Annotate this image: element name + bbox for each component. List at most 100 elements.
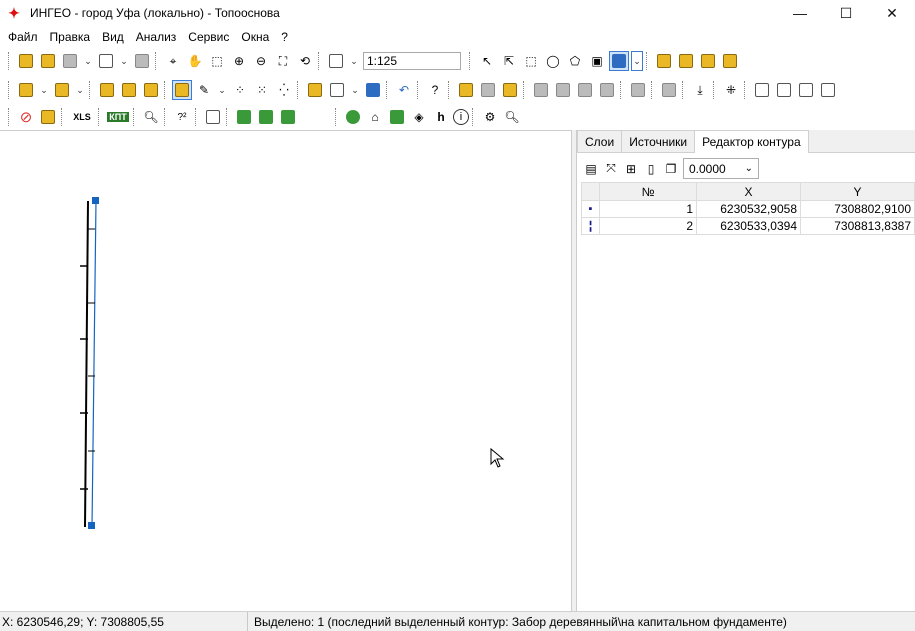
delete-object-button[interactable] xyxy=(141,80,161,100)
scale-tool-dropdown[interactable]: ⌄ xyxy=(348,51,360,71)
table-dropdown[interactable]: ⌄ xyxy=(349,80,361,100)
tab-contour-editor[interactable]: Редактор контура xyxy=(694,130,809,153)
tab-layers[interactable]: Слои xyxy=(577,130,623,152)
coords-tool-button[interactable]: ⌖ xyxy=(163,51,183,71)
network-button[interactable]: ⚙ xyxy=(480,107,500,127)
row-y[interactable]: 7308802,9100 xyxy=(800,200,915,218)
pan-button[interactable]: ✋ xyxy=(185,51,205,71)
vertex-handle-2[interactable] xyxy=(88,522,95,529)
node-tool-3-button[interactable] xyxy=(698,51,718,71)
table-row[interactable]: ╏ 2 6230533,0394 7308813,8387 xyxy=(581,217,915,235)
table-button[interactable] xyxy=(327,80,347,100)
x-column-header[interactable]: X xyxy=(696,182,801,201)
row-num[interactable]: 2 xyxy=(599,217,697,235)
precision-select[interactable]: 0.0000 ⌄ xyxy=(683,158,759,179)
num-column-header[interactable]: № xyxy=(599,182,697,201)
topology-3-button[interactable] xyxy=(500,80,520,100)
nodes-button[interactable]: ⁜ xyxy=(721,80,741,100)
export-xls-button[interactable]: XLS xyxy=(69,107,95,127)
legend-button[interactable] xyxy=(38,107,58,127)
doc-3-button[interactable] xyxy=(818,80,838,100)
copy-coords-button[interactable]: ▯ xyxy=(641,159,661,179)
menu-edit[interactable]: Правка xyxy=(44,28,97,46)
vertex-add-button[interactable]: ⁘ xyxy=(230,80,250,100)
open-layer-button[interactable] xyxy=(38,51,58,71)
node-tool-2-button[interactable] xyxy=(676,51,696,71)
insert-object-button[interactable] xyxy=(305,80,325,100)
zoom-extent-button[interactable]: ⛶ xyxy=(273,51,293,71)
select-rect-button[interactable]: ⬚ xyxy=(521,51,541,71)
select-button[interactable]: ↖ xyxy=(477,51,497,71)
overlay-4-button[interactable] xyxy=(597,80,617,100)
vertex-handle-1[interactable] xyxy=(92,197,99,204)
report-button[interactable] xyxy=(203,107,223,127)
print-button[interactable] xyxy=(132,51,152,71)
copy-object-button[interactable] xyxy=(119,80,139,100)
tab-sources[interactable]: Источники xyxy=(621,130,696,152)
select-area-button[interactable]: ▣ xyxy=(587,51,607,71)
select-circle-button[interactable]: ◯ xyxy=(543,51,563,71)
measure-button[interactable]: 🔍︎ xyxy=(502,107,522,127)
doc-1-button[interactable] xyxy=(752,80,772,100)
create-group-dropdown[interactable]: ⌄ xyxy=(74,80,86,100)
split-button[interactable]: ⤓ xyxy=(690,80,710,100)
row-x[interactable]: 6230533,0394 xyxy=(696,217,801,235)
layers-stack-button[interactable] xyxy=(60,51,80,71)
zoom-out-button[interactable]: ⊖ xyxy=(251,51,271,71)
close-button[interactable]: ✕ xyxy=(869,0,915,26)
maximize-button[interactable]: ☐ xyxy=(823,0,869,26)
draw-tool-button[interactable]: ✎ xyxy=(194,80,214,100)
flag-3-button[interactable] xyxy=(278,107,298,127)
overlay-2-button[interactable] xyxy=(553,80,573,100)
info-tool-button[interactable]: ? xyxy=(425,80,445,100)
map-canvas[interactable] xyxy=(0,130,571,611)
overlay-1-button[interactable] xyxy=(531,80,551,100)
vertex-delete-button[interactable]: ⁛ xyxy=(274,80,294,100)
menu-file[interactable]: Файл xyxy=(2,28,44,46)
plugin-button[interactable] xyxy=(387,107,407,127)
create-object-button[interactable] xyxy=(16,80,36,100)
style-button[interactable] xyxy=(609,51,629,71)
vertex-move-button[interactable]: ⁙ xyxy=(252,80,272,100)
undo-button[interactable]: ↶ xyxy=(394,80,414,100)
help-query-button[interactable]: ?² xyxy=(172,107,192,127)
prohibit-button[interactable]: ⊘ xyxy=(16,107,36,127)
home-button[interactable]: ⌂ xyxy=(365,107,385,127)
info-button[interactable]: i xyxy=(453,109,469,125)
table-row[interactable]: ▪ 1 6230532,9058 7308802,9100 xyxy=(581,200,915,218)
row-num[interactable]: 1 xyxy=(599,200,697,218)
select-add-button[interactable]: ⇱ xyxy=(499,51,519,71)
topology-1-button[interactable] xyxy=(456,80,476,100)
layers-dropdown[interactable]: ⌄ xyxy=(82,51,94,71)
fence-contour[interactable] xyxy=(84,200,89,528)
direction-button[interactable]: ◈ xyxy=(409,107,429,127)
scale-tool-button[interactable] xyxy=(326,51,346,71)
edit-object-button[interactable] xyxy=(97,80,117,100)
menu-help[interactable]: ? xyxy=(275,28,294,46)
print-preview-button[interactable] xyxy=(96,51,116,71)
open-map-button[interactable] xyxy=(16,51,36,71)
select-polygon-button[interactable]: ⬠ xyxy=(565,51,585,71)
doc-fx-button[interactable] xyxy=(796,80,816,100)
menu-analysis[interactable]: Анализ xyxy=(130,28,183,46)
map-svg[interactable] xyxy=(0,131,571,612)
search-button[interactable]: 🔍︎ xyxy=(141,107,161,127)
doc-2-button[interactable] xyxy=(774,80,794,100)
overlay-3-button[interactable] xyxy=(575,80,595,100)
split-vertices-button[interactable]: ⤧ xyxy=(601,159,621,179)
table-settings-button[interactable]: ▤ xyxy=(581,159,601,179)
menu-view[interactable]: Вид xyxy=(96,28,130,46)
height-button[interactable]: h xyxy=(431,107,451,127)
menu-service[interactable]: Сервис xyxy=(182,28,235,46)
contour-edit-button[interactable] xyxy=(172,80,192,100)
create-object-dropdown[interactable]: ⌄ xyxy=(38,80,50,100)
query-button[interactable] xyxy=(363,80,383,100)
flag-1-button[interactable] xyxy=(234,107,254,127)
frame-button[interactable] xyxy=(659,80,679,100)
row-x[interactable]: 6230532,9058 xyxy=(696,200,801,218)
kpt-button[interactable]: КПТ xyxy=(106,107,130,127)
node-tool-1-button[interactable] xyxy=(654,51,674,71)
zoom-rect-button[interactable]: ⬚ xyxy=(207,51,227,71)
row-y[interactable]: 7308813,8387 xyxy=(800,217,915,235)
create-group-button[interactable] xyxy=(52,80,72,100)
